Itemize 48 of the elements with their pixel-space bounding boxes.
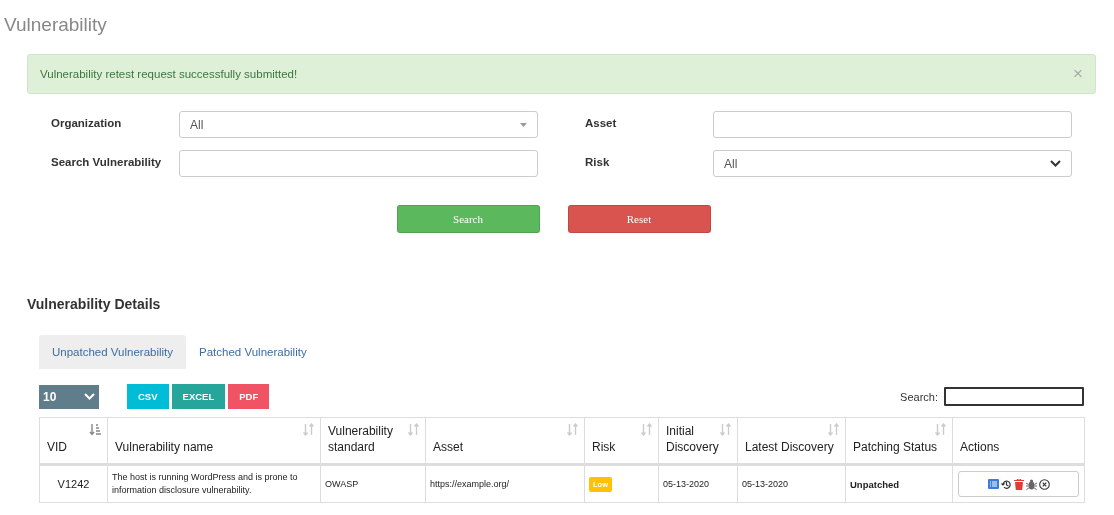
column-header[interactable]: Vulnerability standard [320,417,426,465]
field-label: Organization [51,116,123,129]
history-icon[interactable] [1000,478,1012,490]
table-cell: 05-13-2020 [658,464,738,503]
table-cell: https://example.org/ [425,464,585,503]
list-icon[interactable] [987,479,999,489]
form-button[interactable]: Reset [567,205,711,233]
trash-icon[interactable] [1013,478,1024,490]
column-header[interactable]: Latest Discovery [737,417,846,465]
page-length-dropdown[interactable]: 10 [39,384,99,409]
chevron-down-icon [84,393,95,400]
column-header[interactable]: Risk [584,417,659,465]
search-label: Search: [900,390,938,403]
input-field[interactable] [179,150,538,177]
section-title: Vulnerability Details [27,296,162,314]
tab[interactable]: Unpatched Vulnerability [39,335,187,369]
bug-icon[interactable] [1025,478,1037,490]
risk-dropdown[interactable]: All [713,150,1072,177]
table-cell: V1242 [39,464,108,503]
sort-icon[interactable] [934,423,947,436]
organization-dropdown[interactable]: All [179,111,538,138]
column-header[interactable]: Asset [425,417,585,465]
table-cell: The host is running WordPress and is prone to information disclosure vulnerability. [107,464,321,503]
alert-message: Vulnerability retest request successfully submitted! [40,68,298,80]
field-label: Asset [585,116,618,129]
sort-icon[interactable] [640,423,653,436]
tab[interactable]: Patched Vulnerability [186,335,320,369]
sort-icon[interactable] [566,423,579,436]
column-header[interactable]: Patching Status [845,417,953,465]
sort-icon[interactable] [827,423,840,436]
field-label: Search Vulnerability [51,155,163,168]
chevron-down-icon [1050,160,1061,167]
column-header: Actions [952,417,1085,465]
table-cell: OWASP [320,464,426,503]
table-cell: Unpatched [845,464,953,503]
column-header[interactable]: VID [39,417,108,465]
column-header[interactable]: Vulnerability name [107,417,321,465]
sort-ascending-icon[interactable] [89,423,102,436]
table-cell: 05-13-2020 [737,464,846,503]
search-field[interactable] [944,387,1084,406]
sort-icon[interactable] [407,423,420,436]
column-header[interactable]: Initial Discovery [658,417,738,465]
field-label: Risk [585,155,611,168]
sort-icon[interactable] [302,423,315,436]
input-field[interactable] [713,111,1072,138]
sort-icon[interactable] [719,423,732,436]
cancel-icon[interactable] [1038,478,1050,490]
caret-icon [520,122,527,127]
